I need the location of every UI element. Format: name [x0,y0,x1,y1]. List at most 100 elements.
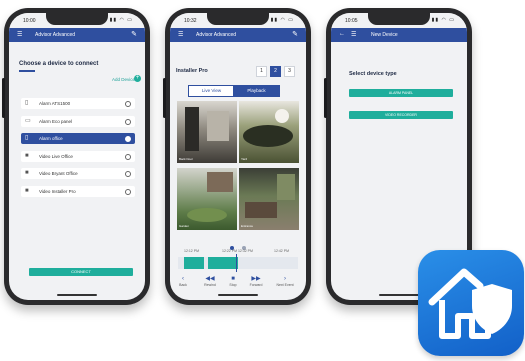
tool-label: Next Event [276,283,294,287]
phone-side-button [324,78,327,118]
timeline-label: 12:12 PM [184,249,199,253]
radio-button-selected[interactable] [125,135,131,142]
signal-icon: ▮▮ ◠ ▭ [431,17,455,23]
camera-tile-yard[interactable]: Yard [239,101,299,163]
home-indicator [218,294,258,296]
rewind-icon: ◀◀ [205,276,215,282]
camera-tile-garden[interactable]: Garden [177,168,237,230]
menu-icon[interactable]: ☰ [17,31,22,38]
menu-icon[interactable]: ☰ [351,31,356,38]
radio-button[interactable] [125,153,131,160]
device-item-video-live-office[interactable]: ■ Video Live Office [21,151,135,162]
next-icon: › [284,276,286,282]
tab-live-view[interactable]: Live View [188,85,235,97]
timeline-bar[interactable] [178,254,298,272]
video-recorder-button[interactable]: VIDEO RECORDER [349,111,453,119]
phone-playback: 10:32 ▮▮ ◠ ▭ ☰ Advisor Advanced ✎ Instal… [163,8,311,305]
app-bar: ← ☰ New Device [331,28,467,42]
device-item-alarm-eco-panel[interactable]: ▭ Alarm Eco panel [21,116,135,127]
add-icon[interactable]: + [134,75,141,82]
camera-caption: Entrance [241,224,254,228]
video-icon: ■ [25,153,29,159]
timeline-cursor[interactable] [236,254,237,272]
recording-segment [208,257,238,269]
radio-button[interactable] [125,188,131,195]
page-button-2[interactable]: 2 [270,66,281,77]
status-time: 10:05 [345,18,358,24]
edit-icon[interactable]: ✎ [131,30,137,38]
forward-icon: ▶▶ [251,276,261,282]
tool-label: Forward [249,283,263,287]
phone-notch [368,13,430,25]
signal-icon: ▮▮ ◠ ▭ [109,17,133,23]
home-indicator [57,294,97,296]
back-button[interactable]: ‹ Back [172,275,194,287]
phone-screen: 10:32 ▮▮ ◠ ▭ ☰ Advisor Advanced ✎ Instal… [170,13,306,300]
panel-icon: ▯ [25,100,29,106]
phone-side-button [163,78,166,118]
page-button-3[interactable]: 3 [284,66,295,77]
menu-icon[interactable]: ☰ [178,31,183,38]
device-label: Video Installer Pro [39,189,76,194]
app-bar: ☰ Advisor Advanced ✎ [170,28,306,42]
home-indicator [379,294,419,296]
radio-button[interactable] [125,118,131,125]
device-label: Alarm Eco panel [39,119,73,124]
app-bar-title: New Device [371,32,398,38]
tool-label: Back [179,283,187,287]
status-time: 10:32 [184,18,197,24]
camera-tile-back-door[interactable]: Back Door [177,101,237,163]
tab-playback[interactable]: Playback [233,85,280,97]
playback-toolbar: ‹ Back ◀◀ Rewind ■ Stop ▶▶ Forward › Next Eve… [170,275,306,293]
device-item-alarm-ats1500[interactable]: ▯ Alarm ATS1500 [21,98,135,109]
add-device-link[interactable]: Add Device [112,77,135,82]
camera-caption: Back Door [179,157,194,161]
device-label: Alarm office [39,136,63,141]
timeline-label: 12:22 PM 12:32 PM [222,249,253,253]
tool-label: Stop [229,283,237,287]
app-bar-title: Advisor Advanced [35,32,76,38]
camera-caption: Garden [179,224,190,228]
app-bar-title: Advisor Advanced [196,32,237,38]
forward-button[interactable]: ▶▶ Forward [245,275,267,287]
device-item-video-bryant-office[interactable]: ■ Video Bryant Office [21,168,135,179]
device-item-video-installer-pro[interactable]: ■ Video Installer Pro [21,186,135,197]
signal-icon: ▮▮ ◠ ▭ [270,17,294,23]
phone-device-list: 10:00 ▮▮ ◠ ▭ ☰ Advisor Advanced ✎ Choose… [2,8,150,305]
edit-icon[interactable]: ✎ [292,30,298,38]
rewind-button[interactable]: ◀◀ Rewind [199,275,221,287]
timeline-label: 12:42 PM [274,249,289,253]
video-icon: ■ [25,188,29,194]
device-label: Video Live Office [39,154,73,159]
back-icon: ‹ [182,276,184,282]
panel-icon: ▭ [25,118,31,124]
status-time: 10:00 [23,18,36,24]
tool-label: Rewind [204,283,216,287]
recording-segment [184,257,204,269]
alarm-panel-button[interactable]: ALARM PANEL [349,89,453,97]
connect-button[interactable]: CONNECT [29,268,133,276]
app-logo-icon [418,250,524,356]
camera-tile-entrance[interactable]: Entrance [239,168,299,230]
page-title: Choose a device to connect [19,61,99,67]
phone-screen: 10:00 ▮▮ ◠ ▭ ☰ Advisor Advanced ✎ Choose… [9,13,145,300]
title-underline [19,70,35,72]
radio-button[interactable] [125,170,131,177]
device-label: Alarm ATS1500 [39,101,71,106]
next-event-button[interactable]: › Next Event [274,275,296,287]
panel-icon: ▯ [25,135,29,141]
radio-button[interactable] [125,100,131,107]
phone-notch [207,13,269,25]
phone-side-button [2,78,5,118]
stop-icon: ■ [231,276,235,282]
house-shield-icon [428,268,512,339]
device-item-alarm-office[interactable]: ▯ Alarm office [21,133,135,144]
stop-button[interactable]: ■ Stop [222,275,244,287]
phone-notch [46,13,108,25]
page-title: Select device type [349,71,397,77]
device-label: Video Bryant Office [39,171,78,176]
page-title: Installer Pro [176,68,208,74]
camera-caption: Yard [241,157,248,161]
back-arrow-icon[interactable]: ← [339,31,345,37]
page-button-1[interactable]: 1 [256,66,267,77]
